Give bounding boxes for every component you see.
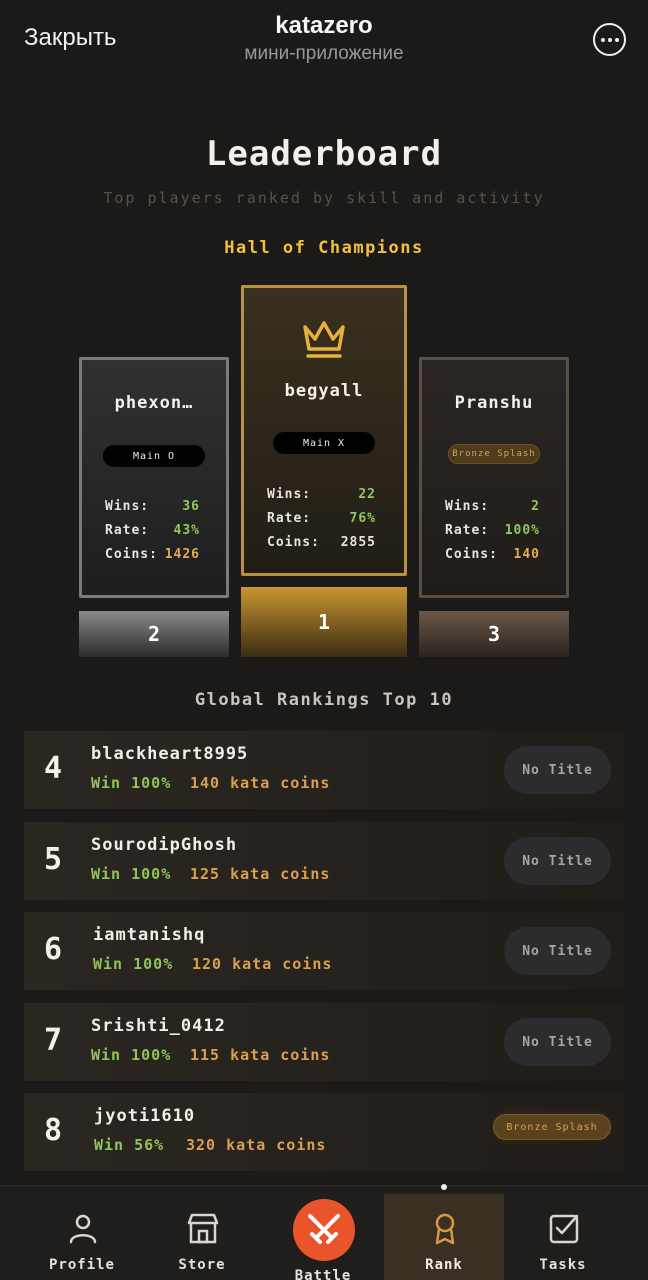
wins-value: 2 xyxy=(531,499,540,514)
page-title: Leaderboard xyxy=(205,134,443,174)
global-rankings-title: Global Rankings Top 10 xyxy=(194,690,454,710)
rank-number: 5 xyxy=(44,842,63,877)
player-name: phexon… xyxy=(114,393,194,413)
coins-label: Coins: xyxy=(445,547,498,562)
rank-number: 6 xyxy=(44,932,63,967)
coin-count: 125 kata coins xyxy=(190,865,331,883)
nav-item-tasks[interactable]: Tasks xyxy=(503,1186,623,1280)
coins-value: 140 xyxy=(513,547,540,562)
wins-value: 22 xyxy=(358,487,376,502)
nav-label: Battle xyxy=(294,1268,352,1280)
podium-card-first[interactable]: begyall Main X Wins: 22 Rate: 76% Coins:… xyxy=(241,285,407,576)
podium-card-third[interactable]: Pranshu Bronze Splash Wins: 2 Rate: 100%… xyxy=(419,357,569,598)
player-title-badge: Bronze Splash xyxy=(448,444,540,464)
player-name: SourodipGhosh xyxy=(91,835,238,855)
battle-button[interactable] xyxy=(293,1199,355,1261)
title-badge: No Title xyxy=(504,1018,611,1066)
ranking-row[interactable]: 8 jyoti1610 Win 56% 320 kata coins Bronz… xyxy=(24,1093,624,1171)
player-name: Srishti_0412 xyxy=(91,1016,226,1036)
ranking-row[interactable]: 6 iamtanishq Win 100% 120 kata coins No … xyxy=(24,912,624,990)
player-name: iamtanishq xyxy=(93,925,206,945)
rank-number: 4 xyxy=(44,751,63,786)
coins-value: 2855 xyxy=(340,535,376,550)
rank-number: 7 xyxy=(44,1023,63,1058)
coin-count: 120 kata coins xyxy=(192,955,333,973)
win-rate: Win 100% xyxy=(93,955,174,973)
store-icon xyxy=(187,1213,219,1244)
player-name: Pranshu xyxy=(454,393,534,413)
person-icon xyxy=(69,1214,97,1244)
more-options-icon[interactable] xyxy=(593,23,626,56)
title-badge: No Title xyxy=(504,837,611,885)
player-name: jyoti1610 xyxy=(94,1106,196,1126)
mini-app-header: Закрыть katazero мини-приложение xyxy=(0,0,648,80)
player-title-badge: Main X xyxy=(273,432,375,454)
coins-label: Coins: xyxy=(105,547,158,562)
wins-label: Wins: xyxy=(105,499,150,514)
coin-count: 140 kata coins xyxy=(190,774,331,792)
player-name: blackheart8995 xyxy=(91,744,249,764)
podium-card-second[interactable]: phexon… Main O Wins: 36 Rate: 43% Coins:… xyxy=(79,357,229,598)
ranking-row[interactable]: 5 SourodipGhosh Win 100% 125 kata coins … xyxy=(24,822,624,900)
title-badge: No Title xyxy=(504,927,611,975)
win-rate: Win 100% xyxy=(91,865,172,883)
crossed-swords-icon xyxy=(308,1214,340,1244)
wins-label: Wins: xyxy=(267,487,312,502)
player-name: begyall xyxy=(284,381,364,401)
rate-value: 100% xyxy=(504,523,540,538)
coin-count: 320 kata coins xyxy=(186,1136,327,1154)
nav-item-profile[interactable]: Profile xyxy=(22,1186,142,1280)
nav-label: Rank xyxy=(425,1257,463,1273)
title-badge: Bronze Splash xyxy=(493,1114,611,1140)
win-rate: Win 100% xyxy=(91,1046,172,1064)
checkbox-icon xyxy=(549,1214,579,1244)
rate-label: Rate: xyxy=(267,511,312,526)
rate-value: 76% xyxy=(349,511,376,526)
page-indicator-dot xyxy=(441,1184,447,1190)
nav-item-store[interactable]: Store xyxy=(142,1186,262,1280)
rate-label: Rate: xyxy=(105,523,150,538)
nav-item-rank[interactable]: Rank xyxy=(384,1194,504,1280)
nav-label: Profile xyxy=(48,1257,115,1273)
wins-label: Wins: xyxy=(445,499,490,514)
nav-label: Tasks xyxy=(539,1257,587,1273)
medal-icon xyxy=(435,1213,455,1245)
app-title: katazero xyxy=(275,12,373,39)
win-rate: Win 100% xyxy=(91,774,172,792)
coin-count: 115 kata coins xyxy=(190,1046,331,1064)
win-rate: Win 56% xyxy=(94,1136,165,1154)
page-subtitle: Top players ranked by skill and activity xyxy=(103,189,545,207)
ranking-row[interactable]: 7 Srishti_0412 Win 100% 115 kata coins N… xyxy=(24,1003,624,1081)
podium-step-third: 3 xyxy=(419,611,569,657)
title-badge: No Title xyxy=(504,746,611,794)
wins-value: 36 xyxy=(182,499,200,514)
coins-value: 1426 xyxy=(164,547,200,562)
rate-label: Rate: xyxy=(445,523,490,538)
ranking-row[interactable]: 4 blackheart8995 Win 100% 140 kata coins… xyxy=(24,731,624,809)
podium-step-first: 1 xyxy=(241,587,407,657)
coins-label: Coins: xyxy=(267,535,320,550)
player-title-badge: Main O xyxy=(103,445,205,467)
hall-of-champions-label: Hall of Champions xyxy=(224,238,424,258)
crown-icon xyxy=(303,321,345,358)
app-subtitle: мини-приложение xyxy=(244,43,404,64)
rate-value: 43% xyxy=(173,523,200,538)
rank-number: 8 xyxy=(44,1113,63,1148)
podium-step-second: 2 xyxy=(79,611,229,657)
nav-label: Store xyxy=(178,1257,226,1273)
